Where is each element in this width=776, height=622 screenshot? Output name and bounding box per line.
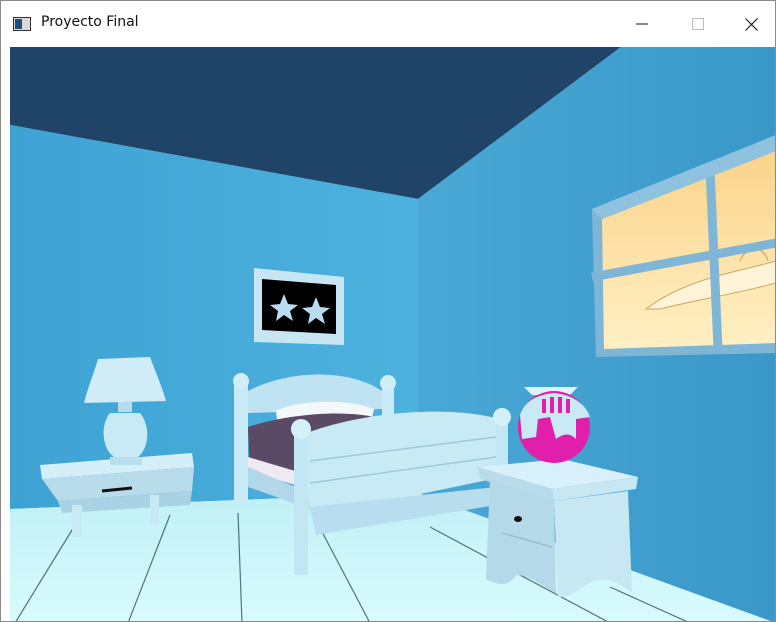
bedroom-scene <box>10 47 775 621</box>
app-window: Proyecto Final <box>0 0 776 622</box>
star-picture-frame <box>254 268 344 345</box>
maximize-icon <box>692 18 704 30</box>
render-viewport[interactable] <box>10 47 775 621</box>
title-bar[interactable]: Proyecto Final <box>1 1 775 47</box>
right-nightstand <box>478 459 638 597</box>
close-button[interactable] <box>726 1 775 47</box>
maximize-button[interactable] <box>673 1 723 47</box>
window-title: Proyecto Final <box>41 14 139 30</box>
minimize-button[interactable] <box>617 1 667 47</box>
window-app-icon <box>13 17 31 31</box>
minimize-icon <box>636 23 648 25</box>
close-icon <box>744 17 758 31</box>
